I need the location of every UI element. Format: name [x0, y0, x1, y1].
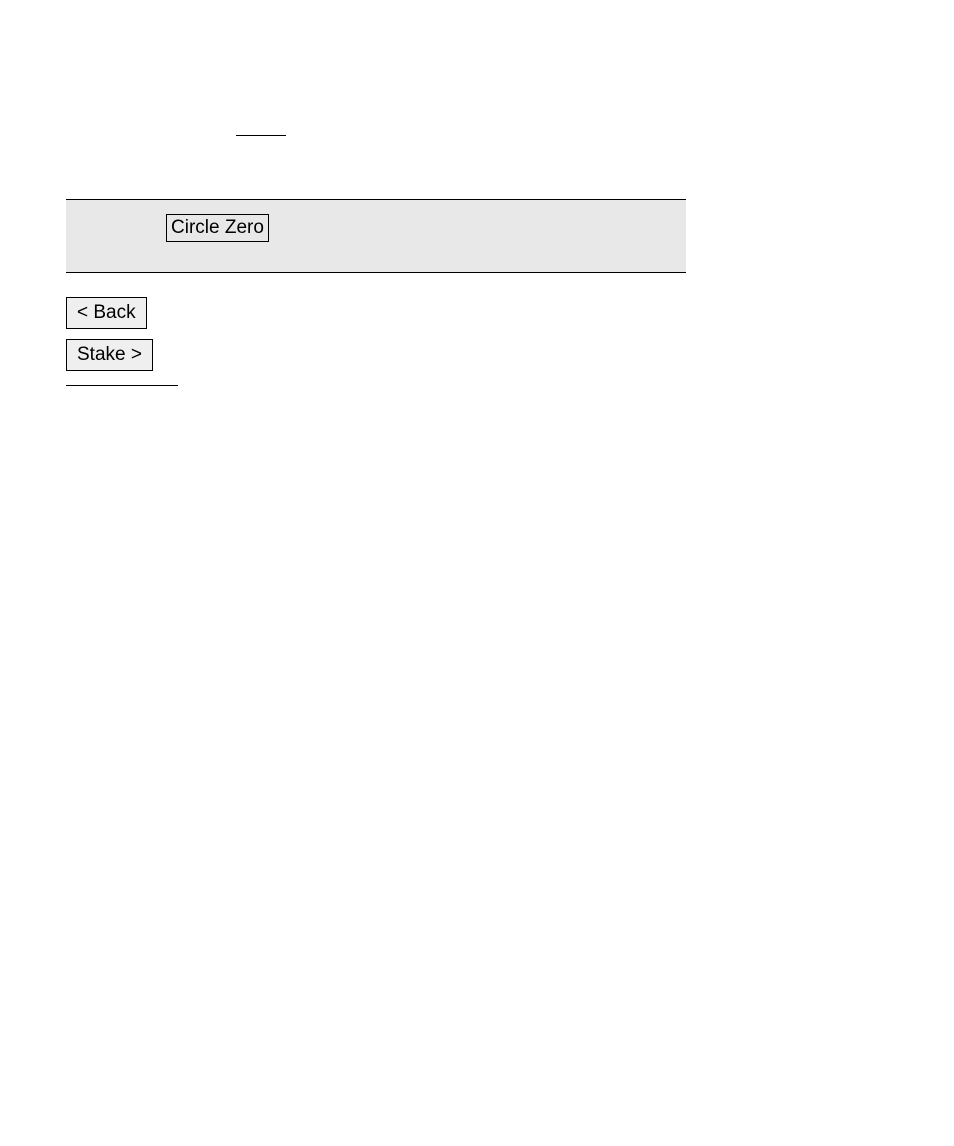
- underline-segment: [236, 135, 286, 136]
- gray-band: Circle Zero: [66, 199, 686, 273]
- buttons-area: < Back Stake >: [66, 297, 954, 386]
- main-container: Circle Zero < Back Stake >: [0, 0, 954, 386]
- stake-button[interactable]: Stake >: [66, 339, 153, 371]
- circle-zero-box[interactable]: Circle Zero: [166, 214, 269, 242]
- top-underline-row: [66, 120, 954, 141]
- back-button[interactable]: < Back: [66, 297, 147, 329]
- bottom-underline: [66, 385, 178, 386]
